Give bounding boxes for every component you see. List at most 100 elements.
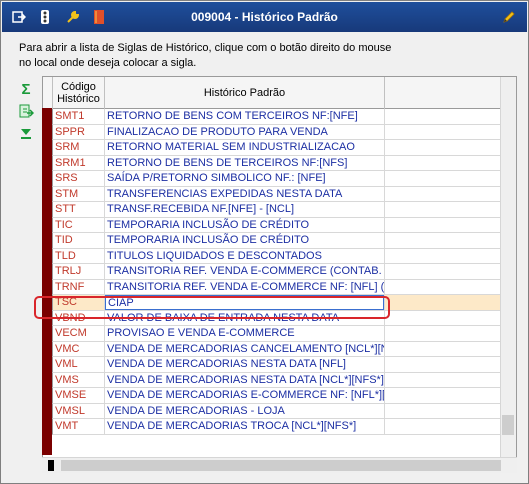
code-cell[interactable]: TID: [53, 233, 105, 249]
history-cell[interactable]: TITULOS LIQUIDADOS E DESCONTADOS: [105, 248, 385, 264]
title-bar: 009004 - Histórico Padrão: [2, 2, 527, 32]
code-cell[interactable]: STT: [53, 202, 105, 218]
table-row[interactable]: VMSL VENDA DE MERCADORIAS - LOJA: [43, 403, 516, 419]
blank-cell: [385, 279, 503, 295]
vertical-scrollbar[interactable]: [500, 77, 516, 457]
blank-cell: [385, 403, 503, 419]
table-row[interactable]: TLD TITULOS LIQUIDADOS E DESCONTADOS: [43, 248, 516, 264]
instruction-line-1: Para abrir a lista de Siglas de Históric…: [19, 42, 392, 54]
history-cell[interactable]: RETORNO MATERIAL SEM INDUSTRIALIZACAO: [105, 140, 385, 156]
blank-cell: [385, 310, 503, 326]
code-cell[interactable]: SPPR: [53, 124, 105, 140]
code-cell[interactable]: VMC: [53, 341, 105, 357]
history-cell[interactable]: TRANSFERENCIAS EXPEDIDAS NESTA DATA: [105, 186, 385, 202]
code-cell[interactable]: VECM: [53, 326, 105, 342]
instruction-text: Para abrir a lista de Siglas de Históric…: [19, 41, 419, 71]
blank-cell: [385, 155, 503, 171]
history-cell[interactable]: RETORNO DE BENS DE TERCEIROS NF:[NFS]: [105, 155, 385, 171]
history-cell[interactable]: VENDA DE MERCADORIAS - LOJA: [105, 403, 385, 419]
table-row[interactable]: TRNF TRANSITORIA REF. VENDA E-COMMERCE NF…: [43, 279, 516, 295]
horizontal-scroll-thumb[interactable]: [61, 460, 501, 471]
table-row[interactable]: TID TEMPORARIA INCLUSÃO DE CRÉDITO: [43, 233, 516, 249]
history-cell[interactable]: TRANSITORIA REF. VENDA E-COMMERCE NF: [N…: [105, 279, 385, 295]
history-cell[interactable]: VENDA DE MERCADORIAS CANCELAMENTO [NCL*]…: [105, 341, 385, 357]
code-cell[interactable]: VMS: [53, 372, 105, 388]
blank-cell: [385, 233, 503, 249]
table-row[interactable]: VMT VENDA DE MERCADORIAS TROCA [NCL*][NFS…: [43, 419, 516, 435]
history-cell[interactable]: TEMPORARIA INCLUSÃO DE CRÉDITO: [105, 233, 385, 249]
vertical-scroll-thumb[interactable]: [502, 415, 514, 435]
grid-header: Código Histórico Histórico Padrão: [43, 77, 516, 109]
pencil-icon[interactable]: [500, 8, 518, 26]
code-cell[interactable]: SRM1: [53, 155, 105, 171]
history-cell[interactable]: VENDA DE MERCADORIAS E-COMMERCE NF: [NFL…: [105, 388, 385, 404]
blank-cell: [385, 357, 503, 373]
history-cell[interactable]: TRANSF.RECEBIDA NF.[NFE] - [NCL]: [105, 202, 385, 218]
blank-cell: [385, 372, 503, 388]
code-cell[interactable]: TIC: [53, 217, 105, 233]
history-cell[interactable]: RETORNO DE BENS COM TERCEIROS NF:[NFE]: [105, 109, 385, 125]
blank-cell: [385, 217, 503, 233]
history-cell[interactable]: TEMPORARIA INCLUSÃO DE CRÉDITO: [105, 217, 385, 233]
table-row[interactable]: SRM RETORNO MATERIAL SEM INDUSTRIALIZACAO: [43, 140, 516, 156]
header-indicator: [43, 77, 53, 109]
blank-cell: [385, 140, 503, 156]
table-row[interactable]: STM TRANSFERENCIAS EXPEDIDAS NESTA DATA: [43, 186, 516, 202]
table-row[interactable]: SRM1 RETORNO DE BENS DE TERCEIROS NF:[NFS…: [43, 155, 516, 171]
table-row[interactable]: TRLJ TRANSITORIA REF. VENDA E-COMMERCE (C…: [43, 264, 516, 280]
window-title: 009004 - Histórico Padrão: [191, 10, 338, 24]
history-cell[interactable]: TRANSITORIA REF. VENDA E-COMMERCE (CONTA…: [105, 264, 385, 280]
table-row[interactable]: SMT1 RETORNO DE BENS COM TERCEIROS NF:[NF…: [43, 109, 516, 125]
code-cell[interactable]: VMT: [53, 419, 105, 435]
download-arrow-icon[interactable]: [15, 124, 37, 142]
row-indicator-column: [42, 108, 52, 455]
blank-cell: [385, 264, 503, 280]
table-row[interactable]: VMS VENDA DE MERCADORIAS NESTA DATA [NCL*…: [43, 372, 516, 388]
history-cell[interactable]: VENDA DE MERCADORIAS TROCA [NCL*][NFS*]: [105, 419, 385, 435]
code-cell[interactable]: TLD: [53, 248, 105, 264]
code-cell[interactable]: VMSL: [53, 403, 105, 419]
code-cell[interactable]: TRNF: [53, 279, 105, 295]
blank-cell: [385, 341, 503, 357]
code-cell[interactable]: SRS: [53, 171, 105, 187]
table-row[interactable]: VMSE VENDA DE MERCADORIAS E-COMMERCE NF: …: [43, 388, 516, 404]
instruction-line-2: no local onde deseja colocar a sigla.: [19, 57, 197, 69]
table-row[interactable]: VECM PROVISAO E VENDA E-COMMERCE: [43, 326, 516, 342]
sigma-icon[interactable]: Σ: [15, 80, 37, 98]
history-cell[interactable]: VENDA DE MERCADORIAS NESTA DATA [NCL*][N…: [105, 372, 385, 388]
table-row[interactable]: STT TRANSF.RECEBIDA NF.[NFE] - [NCL]: [43, 202, 516, 218]
table-row[interactable]: VMC VENDA DE MERCADORIAS CANCELAMENTO [NC…: [43, 341, 516, 357]
blank-cell: [385, 295, 503, 311]
history-cell[interactable]: FINALIZACAO DE PRODUTO PARA VENDA: [105, 124, 385, 140]
code-cell[interactable]: STM: [53, 186, 105, 202]
horizontal-scroll-left-marker: [48, 460, 54, 471]
code-cell[interactable]: TRLJ: [53, 264, 105, 280]
history-cell[interactable]: SAÍDA P/RETORNO SIMBOLICO NF.: [NFE]: [105, 171, 385, 187]
history-cell[interactable]: VENDA DE MERCADORIAS NESTA DATA [NFL]: [105, 357, 385, 373]
code-cell[interactable]: VML: [53, 357, 105, 373]
history-grid: Código Histórico Histórico Padrão SMT1 RE…: [42, 76, 517, 473]
blank-cell: [385, 109, 503, 125]
table-row[interactable]: SRS SAÍDA P/RETORNO SIMBOLICO NF.: [NFE]: [43, 171, 516, 187]
export-sheet-icon[interactable]: [15, 102, 37, 120]
code-cell[interactable]: SRM: [53, 140, 105, 156]
blank-cell: [385, 326, 503, 342]
header-history[interactable]: Histórico Padrão: [105, 77, 385, 109]
blank-cell: [385, 388, 503, 404]
table-row[interactable]: TIC TEMPORARIA INCLUSÃO DE CRÉDITO: [43, 217, 516, 233]
code-cell[interactable]: SMT1: [53, 109, 105, 125]
grid-rows: SMT1 RETORNO DE BENS COM TERCEIROS NF:[NF…: [43, 109, 516, 435]
code-cell[interactable]: VMSE: [53, 388, 105, 404]
blank-cell: [385, 248, 503, 264]
blank-cell: [385, 171, 503, 187]
blank-cell: [385, 186, 503, 202]
table-row[interactable]: VML VENDA DE MERCADORIAS NESTA DATA [NFL]: [43, 357, 516, 373]
historico-padrao-window: 009004 - Histórico Padrão Para abrir a l…: [0, 0, 529, 484]
header-blank: [385, 77, 503, 109]
table-row[interactable]: SPPR FINALIZACAO DE PRODUTO PARA VENDA: [43, 124, 516, 140]
header-code[interactable]: Código Histórico: [53, 77, 105, 109]
history-cell[interactable]: PROVISAO E VENDA E-COMMERCE: [105, 326, 385, 342]
blank-cell: [385, 202, 503, 218]
blank-cell: [385, 419, 503, 435]
selected-row-highlight: [34, 296, 390, 319]
